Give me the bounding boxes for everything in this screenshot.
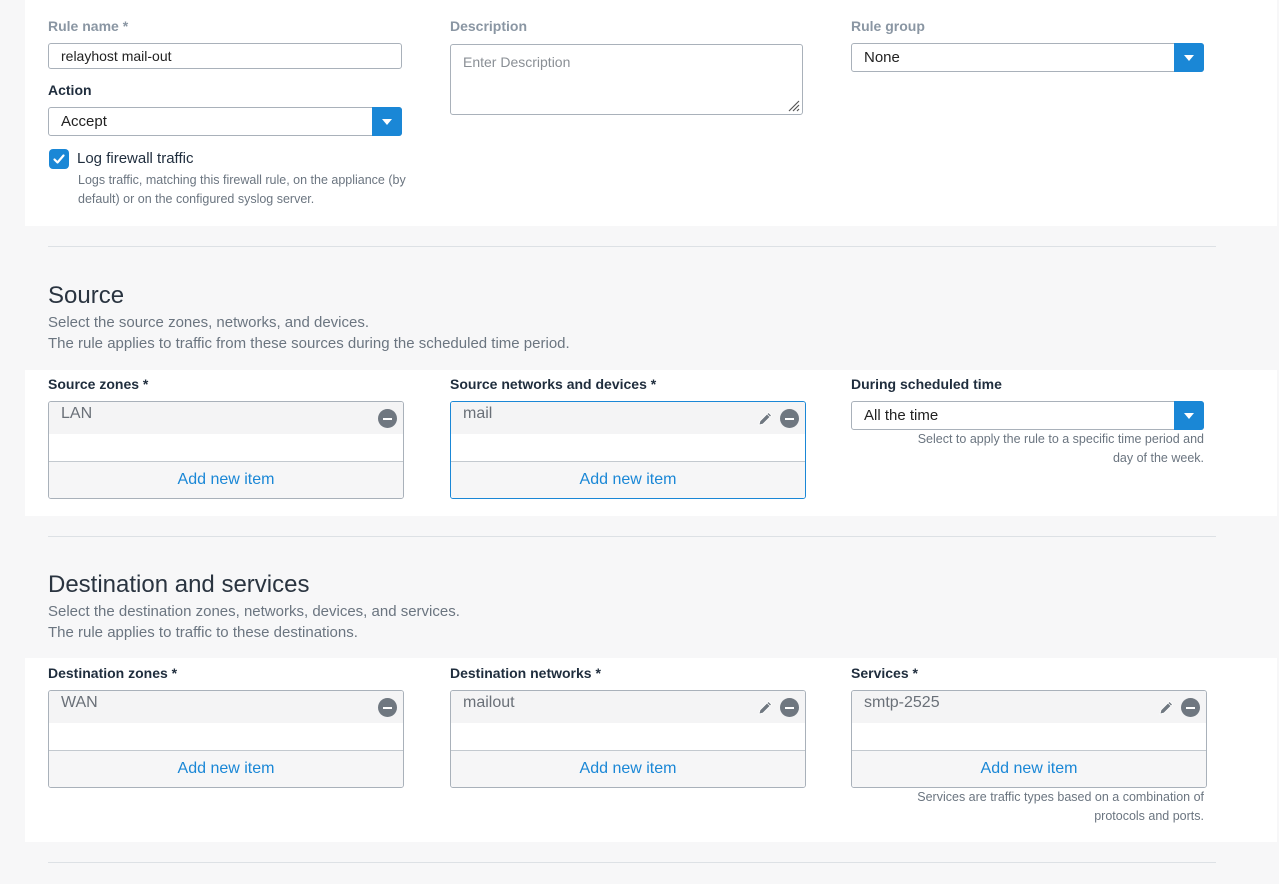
source-desc-line: The rule applies to traffic from these s… bbox=[48, 335, 570, 352]
rule-group-select[interactable]: None bbox=[851, 43, 1204, 72]
services-list: smtp-2525 Add new item bbox=[851, 690, 1207, 788]
resize-handle-icon[interactable] bbox=[786, 98, 800, 112]
add-new-item-button[interactable]: Add new item bbox=[451, 461, 805, 498]
schedule-label: During scheduled time bbox=[851, 376, 1002, 392]
divider bbox=[48, 246, 1216, 247]
source-networks-label: Source networks and devices * bbox=[450, 376, 657, 392]
remove-icon[interactable] bbox=[1181, 698, 1200, 717]
schedule-hint: Select to apply the rule to a specific t… bbox=[851, 430, 1204, 468]
rule-name-input[interactable]: relayhost mail-out bbox=[48, 43, 402, 69]
source-zones-label: Source zones * bbox=[48, 376, 149, 392]
add-new-item-button[interactable]: Add new item bbox=[49, 750, 403, 787]
destination-networks-label: Destination networks * bbox=[450, 665, 601, 681]
service-item: smtp-2525 bbox=[864, 694, 940, 711]
add-new-item-button[interactable]: Add new item bbox=[852, 750, 1206, 787]
description-textarea[interactable]: Enter Description bbox=[450, 44, 803, 115]
services-hint-line: protocols and ports. bbox=[1094, 809, 1204, 823]
source-networks-list: mail Add new item bbox=[450, 401, 806, 499]
add-new-item-button[interactable]: Add new item bbox=[451, 750, 805, 787]
destination-desc-line: The rule applies to traffic to these des… bbox=[48, 624, 358, 641]
remove-icon[interactable] bbox=[378, 409, 397, 428]
rule-name-label: Rule name * bbox=[48, 18, 129, 34]
pencil-icon[interactable] bbox=[756, 698, 775, 717]
schedule-value: All the time bbox=[864, 407, 939, 424]
remove-icon[interactable] bbox=[780, 409, 799, 428]
source-title: Source bbox=[48, 282, 125, 309]
destination-network-item: mailout bbox=[463, 694, 515, 711]
destination-zones-list: WAN Add new item bbox=[48, 690, 404, 788]
schedule-hint-line: day of the week. bbox=[1112, 451, 1204, 465]
checkmark-icon bbox=[53, 154, 65, 164]
list-item: WAN bbox=[49, 691, 403, 723]
chevron-down-icon[interactable] bbox=[1174, 401, 1204, 430]
services-label: Services * bbox=[851, 665, 918, 681]
source-network-item: mail bbox=[463, 405, 493, 422]
log-hint-line: Logs traffic, matching this firewall rul… bbox=[78, 173, 406, 187]
destination-zones-label: Destination zones * bbox=[48, 665, 178, 681]
source-zones-list: LAN Add new item bbox=[48, 401, 404, 499]
chevron-down-icon[interactable] bbox=[372, 107, 402, 136]
services-hint-line: Services are traffic types based on a co… bbox=[917, 790, 1204, 804]
destination-title: Destination and services bbox=[48, 571, 310, 598]
destination-description: Select the destination zones, networks, … bbox=[48, 601, 460, 643]
list-item: smtp-2525 bbox=[852, 691, 1206, 723]
chevron-down-icon[interactable] bbox=[1174, 43, 1204, 72]
description-label: Description bbox=[450, 18, 528, 34]
schedule-hint-line: Select to apply the rule to a specific t… bbox=[917, 432, 1204, 446]
divider bbox=[48, 536, 1216, 537]
log-traffic-label: Log firewall traffic bbox=[77, 150, 194, 167]
source-desc-line: Select the source zones, networks, and d… bbox=[48, 314, 370, 331]
list-item: LAN bbox=[49, 402, 403, 434]
log-traffic-checkbox[interactable] bbox=[49, 149, 69, 169]
remove-icon[interactable] bbox=[780, 698, 799, 717]
description-placeholder: Enter Description bbox=[463, 54, 571, 70]
destination-desc-line: Select the destination zones, networks, … bbox=[48, 603, 460, 620]
schedule-select[interactable]: All the time bbox=[851, 401, 1204, 430]
add-new-item-button[interactable]: Add new item bbox=[49, 461, 403, 498]
destination-zone-item: WAN bbox=[61, 694, 98, 711]
remove-icon[interactable] bbox=[378, 698, 397, 717]
source-zone-item: LAN bbox=[61, 405, 93, 422]
rule-group-label: Rule group bbox=[851, 18, 925, 34]
rule-group-value: None bbox=[864, 49, 900, 66]
list-item: mail bbox=[451, 402, 805, 434]
divider bbox=[48, 862, 1216, 863]
action-select[interactable]: Accept bbox=[48, 107, 402, 136]
action-value: Accept bbox=[61, 113, 107, 130]
services-hint: Services are traffic types based on a co… bbox=[851, 788, 1204, 826]
pencil-icon[interactable] bbox=[1157, 698, 1176, 717]
source-description: Select the source zones, networks, and d… bbox=[48, 312, 570, 354]
rule-name-value: relayhost mail-out bbox=[61, 48, 172, 64]
pencil-icon[interactable] bbox=[756, 409, 775, 428]
destination-networks-list: mailout Add new item bbox=[450, 690, 806, 788]
log-traffic-hint: Logs traffic, matching this firewall rul… bbox=[78, 171, 406, 209]
log-hint-line: default) or on the configured syslog ser… bbox=[78, 192, 315, 206]
list-item: mailout bbox=[451, 691, 805, 723]
action-label: Action bbox=[48, 82, 92, 98]
